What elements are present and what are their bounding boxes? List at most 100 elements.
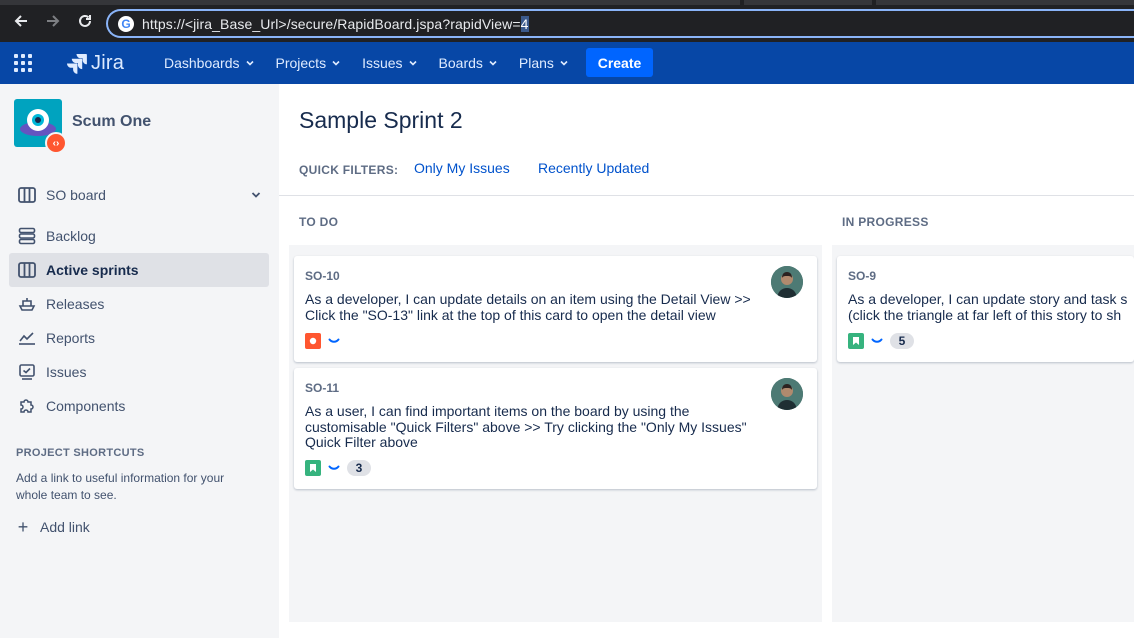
nav-projects[interactable]: Projects — [276, 42, 341, 84]
ship-icon — [17, 294, 37, 314]
column-header-in-progress: IN PROGRESS — [842, 215, 929, 229]
sidebar-item-releases[interactable]: Releases — [9, 287, 269, 321]
sidebar-item-label: Issues — [46, 364, 87, 380]
header-divider — [279, 195, 1134, 196]
nav-label: Plans — [518, 55, 554, 71]
address-bar-url[interactable]: https://<jira_Base_Url>/secure/RapidBoar… — [142, 16, 529, 32]
project-shortcuts-heading: PROJECT SHORTCUTS — [16, 447, 145, 459]
nav-dashboards[interactable]: Dashboards — [164, 42, 254, 84]
quick-filter-only-my-issues[interactable]: Only My Issues — [414, 160, 510, 176]
issue-card-so-10[interactable]: SO-10 As a developer, I can update detai… — [294, 256, 817, 362]
sidebar-item-label: Components — [46, 398, 126, 414]
assignee-avatar[interactable] — [771, 378, 803, 410]
story-points-badge: 3 — [347, 460, 371, 476]
browser-tab[interactable] — [744, 0, 872, 5]
summary-line: As a developer, I can update details on … — [305, 291, 751, 307]
quick-filter-recently-updated[interactable]: Recently Updated — [538, 160, 649, 176]
browser-tab[interactable] — [0, 0, 740, 5]
sidebar-item-label: Active sprints — [46, 262, 139, 278]
priority-low-icon — [327, 334, 341, 348]
project-sidebar: ‹› Scum One SO board Backlog Active spri… — [0, 84, 279, 638]
priority-low-icon — [327, 461, 341, 475]
board-selector[interactable]: SO board — [9, 178, 269, 212]
chevron-down-icon — [332, 60, 340, 66]
reload-icon[interactable] — [74, 10, 96, 32]
issue-card-so-9[interactable]: SO-9 As a developer, I can update story … — [837, 256, 1134, 362]
card-footer — [305, 333, 341, 349]
summary-line: Quick Filter above — [305, 434, 418, 450]
bug-icon — [305, 333, 321, 349]
summary-line: As a user, I can find important items on… — [305, 403, 690, 419]
reports-chart-icon — [17, 328, 37, 348]
chevron-down-icon — [245, 60, 254, 66]
project-name[interactable]: Scum One — [72, 113, 151, 131]
column-header-to-do: TO DO — [299, 215, 339, 229]
assignee-avatar[interactable] — [771, 266, 803, 298]
sidebar-item-label: Reports — [46, 330, 96, 346]
forward-arrow-icon[interactable] — [42, 10, 64, 32]
url-prefix: https://<jira_Base_Url>/secure/RapidBoar… — [142, 16, 521, 32]
board-icon — [17, 260, 37, 280]
issue-card-so-11[interactable]: SO-11 As a user, I can find important it… — [294, 368, 817, 489]
summary-line: (click the triangle at far left of this … — [848, 306, 1122, 323]
summary-line: As a developer, I can update story and t… — [848, 291, 1128, 307]
top-nav-menu: Dashboards Projects Issues Boards Plans — [164, 42, 590, 84]
project-type-badge-icon: ‹› — [45, 132, 67, 154]
summary-line: customisable "Quick Filters" above >> Tr… — [305, 418, 747, 435]
puzzle-icon — [17, 396, 37, 416]
story-icon — [305, 460, 321, 476]
sidebar-item-issues[interactable]: Issues — [9, 355, 269, 389]
nav-issues[interactable]: Issues — [362, 42, 417, 84]
browser-tab[interactable] — [876, 0, 1134, 5]
add-link-label: Add link — [40, 519, 90, 535]
back-arrow-icon[interactable] — [10, 10, 32, 32]
browser-toolbar: G https://<jira_Base_Url>/secure/RapidBo… — [0, 0, 1134, 42]
issue-summary: As a user, I can find important items on… — [305, 403, 747, 451]
sidebar-item-active-sprints[interactable]: Active sprints — [9, 253, 269, 287]
browser-tab-strip — [0, 0, 1134, 5]
app-switcher-icon[interactable] — [14, 54, 32, 72]
nav-label: Boards — [438, 55, 483, 71]
chevron-down-icon — [489, 60, 497, 66]
address-bar[interactable]: G https://<jira_Base_Url>/secure/RapidBo… — [106, 9, 1134, 38]
nav-label: Projects — [275, 55, 327, 71]
chevron-down-icon — [560, 60, 568, 66]
board-selector-label: SO board — [46, 187, 106, 203]
card-footer: 3 — [305, 460, 371, 476]
story-points-badge: 5 — [890, 333, 914, 349]
chevron-down-icon — [251, 192, 261, 198]
jira-logo-icon — [67, 54, 87, 74]
project-shortcuts-description: Add a link to useful information for you… — [16, 471, 225, 502]
url-selected-text: 4 — [520, 16, 529, 32]
backlog-icon — [17, 226, 37, 246]
google-icon: G — [118, 16, 134, 32]
sidebar-item-components[interactable]: Components — [9, 389, 269, 423]
issues-icon — [17, 362, 37, 382]
jira-logo[interactable]: Jira — [66, 52, 124, 74]
nav-plans[interactable]: Plans — [519, 42, 568, 84]
issue-summary: As a developer, I can update story and t… — [848, 291, 1128, 323]
sidebar-item-reports[interactable]: Reports — [9, 321, 269, 355]
sprint-title: Sample Sprint 2 — [299, 107, 463, 133]
add-link-button[interactable]: + Add link — [16, 518, 90, 536]
jira-logo-text: Jira — [91, 51, 125, 74]
summary-line: Click the "SO-13" link at the top of thi… — [305, 306, 716, 323]
jira-top-nav: Jira Dashboards Projects Issues Boards P… — [0, 42, 1134, 84]
card-footer: 5 — [848, 333, 914, 349]
issue-key[interactable]: SO-9 — [848, 269, 876, 283]
quick-filters-label: QUICK FILTERS: — [299, 163, 399, 177]
chevron-down-icon — [408, 60, 417, 66]
board-icon — [17, 185, 37, 205]
story-icon — [848, 333, 864, 349]
priority-low-icon — [870, 334, 884, 348]
issue-summary: As a developer, I can update details on … — [305, 291, 751, 323]
create-button[interactable]: Create — [586, 48, 653, 77]
nav-boards[interactable]: Boards — [439, 42, 497, 84]
sidebar-item-label: Releases — [46, 296, 105, 312]
issue-key[interactable]: SO-10 — [305, 269, 340, 283]
sidebar-item-backlog[interactable]: Backlog — [9, 219, 269, 253]
sidebar-item-label: Backlog — [46, 228, 96, 244]
nav-label: Issues — [362, 55, 403, 71]
issue-key[interactable]: SO-11 — [305, 381, 339, 395]
nav-label: Dashboards — [164, 55, 240, 71]
